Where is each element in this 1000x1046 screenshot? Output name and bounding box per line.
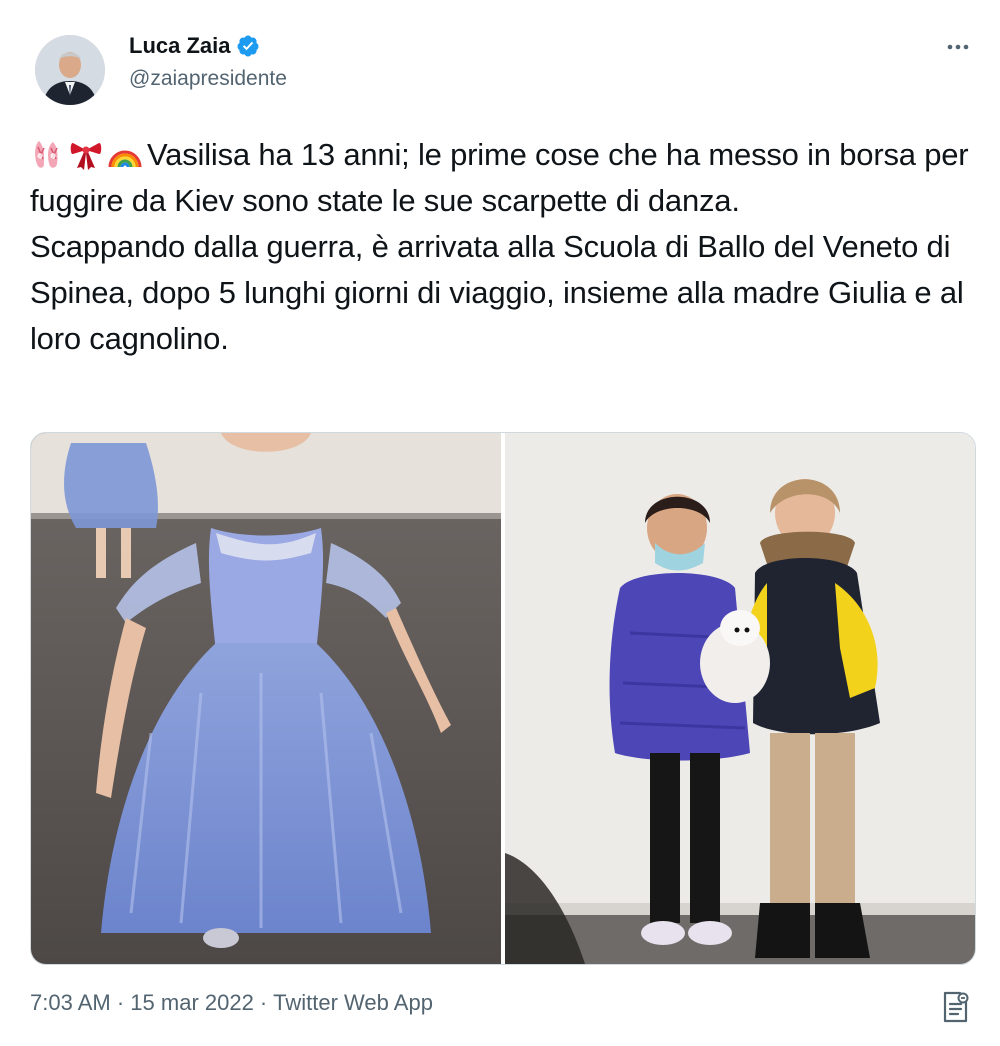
tweet-timestamp[interactable]: 7:03 AM · 15 mar 2022: [30, 990, 254, 1016]
tweet-card: Luca Zaia @zaiapresidente Vasilisa ha 13…: [0, 0, 1000, 1046]
tweet-text: Vasilisa ha 13 anni; le prime cose che h…: [30, 132, 970, 362]
tweet-time: 7:03 AM: [30, 990, 111, 1015]
separator: ·: [259, 990, 268, 1015]
tweet-source-link[interactable]: Twitter Web App: [273, 990, 433, 1016]
more-options-icon[interactable]: [940, 34, 976, 60]
avatar[interactable]: [35, 35, 105, 105]
ribbon-emoji: [69, 137, 103, 171]
rainbow-emoji: [108, 137, 142, 171]
tweet-text-line2: Scappando dalla guerra, è arrivata alla …: [30, 229, 964, 356]
author-handle[interactable]: @zaiapresidente: [129, 67, 287, 91]
ballet-shoes-emoji: [30, 137, 64, 171]
girls-with-dog-photo[interactable]: [505, 433, 975, 964]
tweet-date: 15 mar 2022: [130, 990, 254, 1015]
tweet-analytics-icon[interactable]: [940, 990, 970, 1024]
ballerina-photo[interactable]: [31, 433, 501, 964]
verified-badge-icon: [236, 34, 260, 58]
tweet-meta: 7:03 AM · 15 mar 2022 · Twitter Web App: [30, 990, 433, 1016]
author-display-name[interactable]: Luca Zaia: [129, 33, 230, 59]
tweet-media: [30, 432, 976, 965]
separator: ·: [116, 990, 125, 1015]
tweet-text-line1: Vasilisa ha 13 anni; le prime cose che h…: [30, 137, 969, 218]
